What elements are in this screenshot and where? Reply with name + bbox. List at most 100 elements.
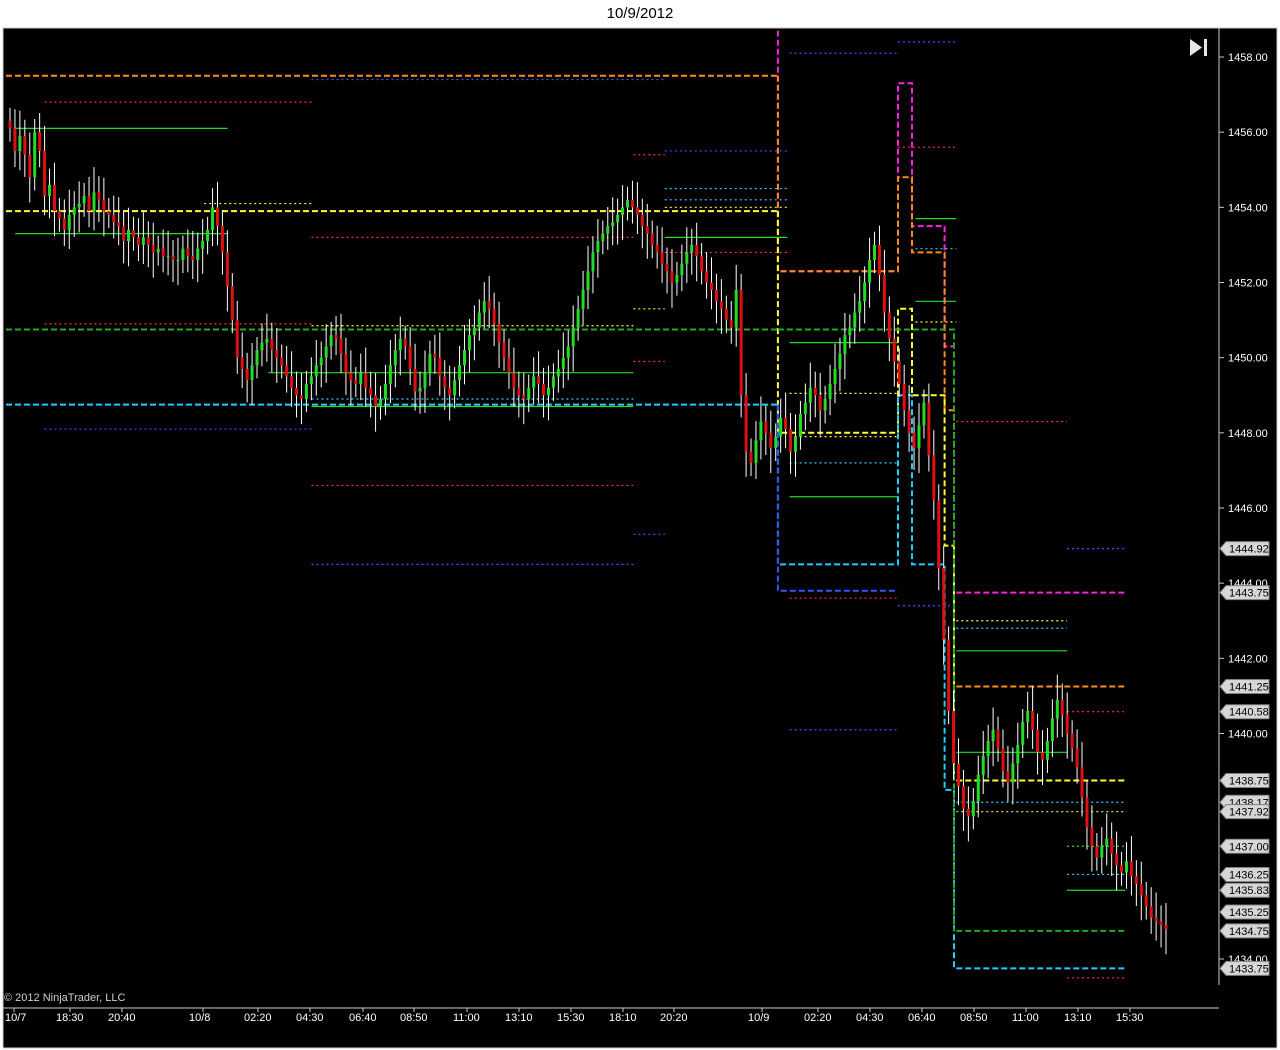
candle-body <box>87 196 91 212</box>
candle-body <box>680 263 684 275</box>
chart-panel <box>2 27 1278 1049</box>
candle-body <box>922 402 926 426</box>
candle-body <box>487 301 491 309</box>
candle-body <box>43 150 47 197</box>
candle-body <box>329 335 333 347</box>
candle-body <box>295 387 299 396</box>
candle-body <box>882 274 886 313</box>
candle-body <box>848 327 852 336</box>
candle-body <box>1040 752 1044 760</box>
candle-body <box>309 376 313 384</box>
candle-body <box>892 338 896 362</box>
candle-body <box>596 241 600 253</box>
candle-body <box>739 290 743 396</box>
price-marker-label: 1441.25 <box>1229 682 1269 694</box>
candle-body <box>141 237 145 245</box>
candle-body <box>947 639 951 711</box>
candle-body <box>497 323 501 343</box>
x-tick-label: 04:30 <box>856 1012 884 1024</box>
candle-body <box>201 241 205 249</box>
candle-body <box>502 342 506 358</box>
candle-body <box>1021 722 1025 745</box>
candle-body <box>828 383 832 400</box>
candle-body <box>779 417 783 437</box>
candle-body <box>413 368 417 392</box>
candle-body <box>1095 846 1099 858</box>
candle-body <box>354 380 358 384</box>
x-tick-label: 02:20 <box>244 1012 272 1024</box>
candle-body <box>1060 699 1064 715</box>
candle-body <box>665 263 669 272</box>
candle-body <box>789 429 793 452</box>
candle-body <box>166 256 170 258</box>
candle-body <box>927 402 931 456</box>
candle-body <box>393 350 397 366</box>
candle-body <box>215 207 219 227</box>
candle-body <box>843 335 847 354</box>
candle-body <box>635 207 639 215</box>
candle-body <box>161 248 165 257</box>
candle-body <box>1100 846 1104 858</box>
candle-body <box>52 184 56 212</box>
y-tick-label: 1452.00 <box>1228 278 1268 290</box>
candle-body <box>551 376 555 388</box>
candle-body <box>359 372 363 384</box>
candle-body <box>275 350 279 358</box>
scroll-to-end-icon[interactable] <box>1186 36 1212 60</box>
candle-body <box>1075 748 1079 768</box>
candle-body <box>1090 827 1094 847</box>
candle-body <box>334 335 338 339</box>
x-tick-label: 18:30 <box>56 1012 84 1024</box>
x-tick-label: 20:20 <box>660 1012 688 1024</box>
candle-body <box>803 402 807 415</box>
price-marker-label: 1433.75 <box>1229 963 1269 975</box>
candle-body <box>250 365 254 381</box>
candle-body <box>546 387 550 396</box>
candle-body <box>616 214 620 223</box>
candle-body <box>1139 883 1143 896</box>
candle-body <box>290 376 294 388</box>
candle-body <box>877 244 881 275</box>
candle-body <box>206 229 210 242</box>
candle-body <box>462 350 466 366</box>
candle-body <box>369 387 373 396</box>
candle-body <box>507 357 511 373</box>
candle-body <box>418 387 422 392</box>
candle-body <box>136 237 140 245</box>
candle-body <box>458 365 462 381</box>
candle-body <box>38 132 42 151</box>
candle-body <box>566 346 570 358</box>
candle-body <box>858 301 862 313</box>
candle-body <box>196 248 200 260</box>
candle-body <box>1031 710 1035 730</box>
candle-body <box>1120 865 1124 873</box>
candle-body <box>907 410 911 433</box>
x-tick-label: 06:40 <box>349 1012 377 1024</box>
candle-body <box>981 756 985 775</box>
candle-body <box>1026 710 1030 723</box>
candle-body <box>211 207 215 230</box>
candle-body <box>937 500 941 569</box>
candle-body <box>685 252 689 264</box>
candle-body <box>912 432 916 448</box>
candle-body <box>151 244 155 253</box>
candle-body <box>754 440 758 463</box>
candle-body <box>344 353 348 373</box>
candle-body <box>571 327 575 347</box>
candle-body <box>719 301 723 309</box>
price-chart[interactable]: 1458.00 1456.00 1454.00 1452.00 1450.00 1448.… <box>0 0 1280 1050</box>
candle-body <box>1124 861 1128 873</box>
y-tick-label: 1454.00 <box>1228 202 1268 214</box>
candle-body <box>1144 895 1148 907</box>
candle-body <box>808 387 812 403</box>
x-tick-label: 08:50 <box>960 1012 988 1024</box>
candle-body <box>556 368 560 377</box>
candle-body <box>443 376 447 388</box>
y-tick-label: 1456.00 <box>1228 127 1268 139</box>
x-tick-label: 15:30 <box>557 1012 585 1024</box>
candle-body <box>379 399 383 407</box>
x-tick-label: 11:00 <box>1012 1012 1039 1024</box>
candle-body <box>714 290 718 302</box>
candle-body <box>492 308 496 324</box>
candle-body <box>428 353 432 373</box>
